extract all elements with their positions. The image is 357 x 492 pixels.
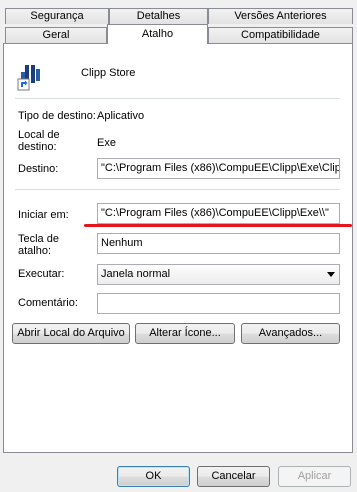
run-select[interactable]: Janela normal (97, 264, 340, 285)
start-in-field[interactable]: "C:\Program Files (x86)\CompuEE\Clipp\Ex… (97, 203, 340, 224)
target-location-value: Exe (97, 137, 116, 149)
target-type-value: Aplicativo (97, 110, 145, 122)
advanced-button[interactable]: Avançados... (241, 323, 340, 344)
shortcut-key-field[interactable]: Nenhum (97, 233, 340, 254)
target-field[interactable]: "C:\Program Files (x86)\CompuEE\Clipp\Ex… (97, 158, 340, 179)
tab-geral[interactable]: Geral (5, 27, 107, 43)
tab-versoes-anteriores[interactable]: Versões Anteriores (208, 8, 353, 24)
shortcut-key-label: Tecla de atalho: (18, 233, 59, 257)
target-location-label: Local de destino: (18, 129, 60, 153)
open-file-location-button[interactable]: Abrir Local do Arquivo (12, 323, 130, 344)
change-icon-button[interactable]: Alterar Ícone... (135, 323, 235, 344)
separator (15, 189, 340, 190)
start-in-label: Iniciar em: (18, 209, 69, 221)
comment-label: Comentário: (18, 297, 78, 309)
target-type-label: Tipo de destino: (18, 110, 96, 122)
shortcut-name: Clipp Store (81, 67, 136, 79)
comment-field[interactable] (97, 293, 340, 314)
tab-detalhes[interactable]: Detalhes (109, 8, 208, 24)
apply-button[interactable]: Aplicar (278, 466, 351, 487)
run-label: Executar: (18, 268, 65, 280)
chevron-down-icon (327, 272, 335, 277)
cancel-button[interactable]: Cancelar (197, 466, 270, 487)
tab-seguranca[interactable]: Segurança (5, 8, 109, 24)
shortcut-arrow-icon (17, 78, 30, 91)
ok-button[interactable]: OK (117, 466, 190, 487)
run-select-value: Janela normal (101, 268, 171, 280)
target-label: Destino: (18, 163, 59, 175)
tab-atalho[interactable]: Atalho (107, 24, 208, 44)
separator (15, 98, 340, 99)
tab-compatibilidade[interactable]: Compatibilidade (208, 27, 353, 43)
shortcut-panel: Clipp Store Tipo de destino: Aplicativo … (3, 43, 353, 453)
clipp-app-icon (17, 63, 45, 91)
annotation-underline (84, 224, 352, 227)
